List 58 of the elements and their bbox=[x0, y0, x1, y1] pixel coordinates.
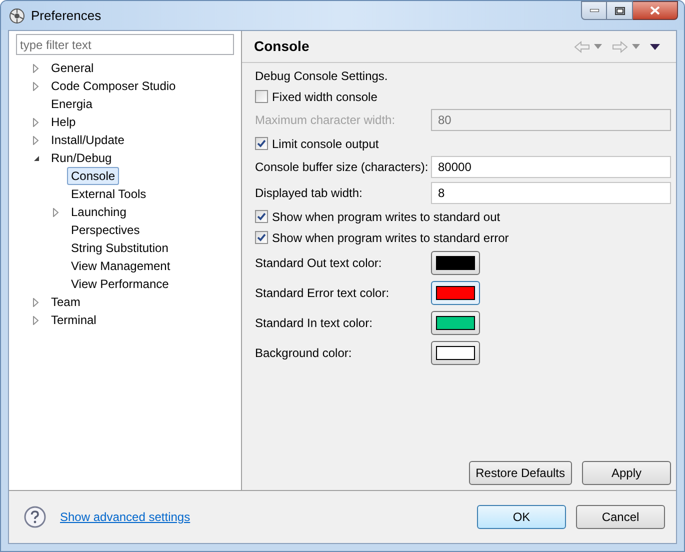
tree-item[interactable]: Install/Update bbox=[47, 131, 128, 149]
tree-item[interactable]: Console bbox=[67, 167, 120, 185]
close-button[interactable] bbox=[633, 1, 678, 20]
color-picker-button[interactable] bbox=[431, 251, 480, 275]
color-picker-button[interactable] bbox=[431, 341, 480, 365]
window-title: Preferences bbox=[31, 6, 102, 25]
tree-item[interactable]: View Management bbox=[67, 257, 174, 275]
color-label: Standard In text color: bbox=[255, 315, 374, 332]
maximize-icon bbox=[614, 6, 624, 14]
app-icon bbox=[9, 8, 25, 24]
tree-item[interactable]: External Tools bbox=[67, 185, 150, 203]
input-field[interactable]: 8 bbox=[431, 182, 671, 204]
checkbox-label[interactable]: Show when program writes to standard out bbox=[272, 208, 500, 226]
dropdown-icon[interactable] bbox=[594, 44, 602, 49]
color-label: Standard Out text color: bbox=[255, 255, 383, 272]
action-button[interactable]: Restore Defaults bbox=[468, 461, 572, 485]
dialog-button[interactable]: Cancel bbox=[576, 505, 665, 529]
tree-item[interactable]: Code Composer Studio bbox=[47, 77, 180, 95]
collapse-arrow-icon[interactable] bbox=[33, 154, 40, 162]
filter-field[interactable]: type filter text bbox=[16, 34, 234, 55]
checkbox-label[interactable]: Fixed width console bbox=[272, 88, 378, 106]
color-label: Background color: bbox=[255, 345, 353, 362]
dropdown-icon[interactable] bbox=[632, 44, 640, 49]
action-button[interactable]: Apply bbox=[582, 461, 671, 485]
tree-item[interactable]: String Substitution bbox=[67, 239, 172, 257]
dialog-button[interactable]: OK bbox=[477, 505, 566, 529]
help-icon[interactable] bbox=[24, 506, 46, 528]
input-field[interactable]: 80000 bbox=[431, 156, 671, 178]
close-icon bbox=[650, 6, 660, 15]
section-description: Debug Console Settings. bbox=[255, 68, 388, 85]
maximize-button[interactable] bbox=[607, 1, 633, 20]
tree-item[interactable]: Team bbox=[47, 293, 84, 311]
checkbox-label[interactable]: Show when program writes to standard error bbox=[272, 228, 509, 246]
checkbox[interactable] bbox=[255, 231, 268, 244]
color-label: Standard Error text color: bbox=[255, 285, 390, 302]
tree-item[interactable]: Help bbox=[47, 113, 80, 131]
color-picker-button[interactable] bbox=[431, 311, 480, 335]
tree-item[interactable]: Run/Debug bbox=[47, 149, 116, 167]
field-label: Displayed tab width: bbox=[255, 185, 364, 202]
checkbox[interactable] bbox=[255, 90, 268, 103]
expand-arrow-icon[interactable] bbox=[53, 208, 59, 216]
tree-item[interactable]: General bbox=[47, 59, 98, 77]
minimize-icon bbox=[590, 9, 598, 12]
minimize-button[interactable] bbox=[581, 1, 607, 20]
color-picker-button[interactable] bbox=[431, 281, 480, 305]
checkbox[interactable] bbox=[255, 210, 268, 223]
tree-item[interactable]: Energia bbox=[47, 95, 96, 113]
checkbox-label[interactable]: Limit console output bbox=[272, 134, 379, 152]
advanced-settings-link[interactable]: Show advanced settings bbox=[60, 508, 190, 526]
field-label: Maximum character width: bbox=[255, 112, 396, 129]
page-title: Console bbox=[254, 37, 310, 56]
tree-item[interactable]: Launching bbox=[67, 203, 130, 221]
menu-icon[interactable] bbox=[650, 44, 660, 50]
tree-item[interactable]: View Performance bbox=[67, 275, 173, 293]
field-label: Console buffer size (characters): bbox=[255, 159, 430, 176]
checkbox[interactable] bbox=[255, 137, 268, 150]
tree-item[interactable]: Perspectives bbox=[67, 221, 144, 239]
tree-item[interactable]: Terminal bbox=[47, 311, 100, 329]
